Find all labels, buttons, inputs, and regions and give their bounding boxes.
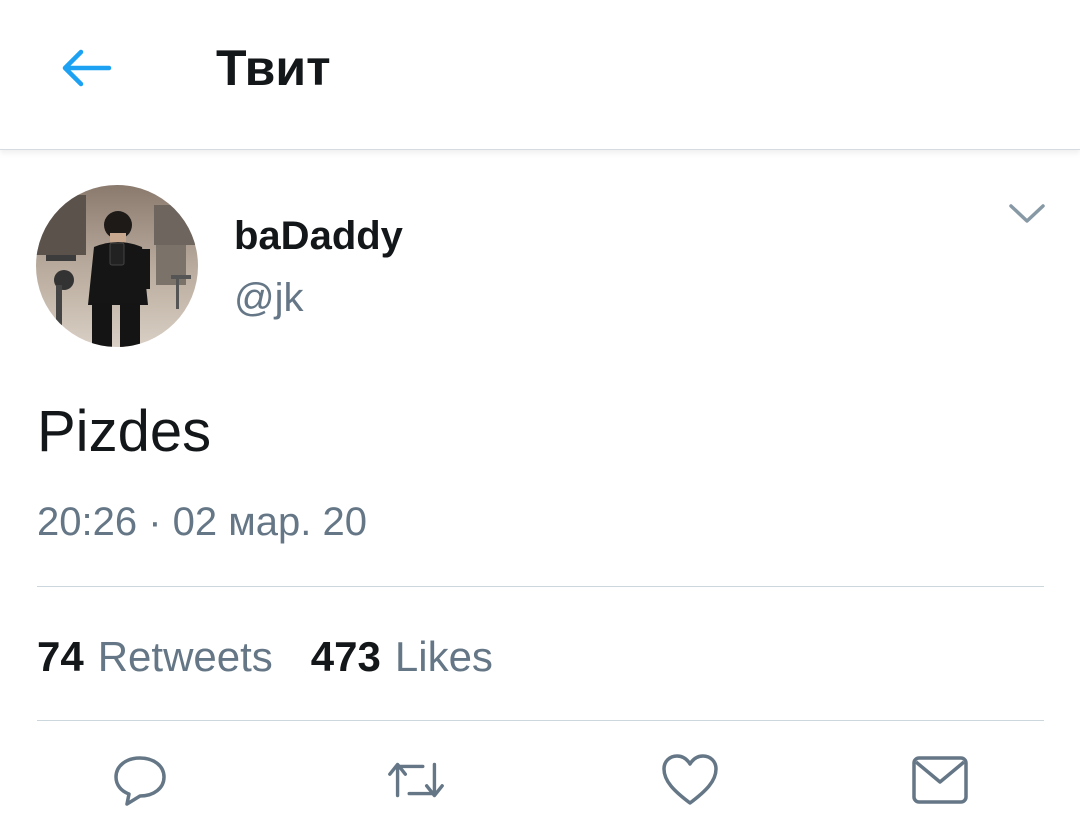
reply-button[interactable] xyxy=(108,748,172,812)
tweet-menu-button[interactable] xyxy=(1002,196,1052,232)
share-icon xyxy=(912,756,968,804)
tweet-timestamp: 20:26 · 02 мар. 20 xyxy=(37,500,367,544)
divider xyxy=(37,586,1044,587)
divider xyxy=(37,720,1044,721)
app-header: Твит xyxy=(0,0,1080,150)
likes-count: 473 xyxy=(310,633,381,680)
like-icon xyxy=(662,754,718,805)
share-button[interactable] xyxy=(908,748,972,812)
display-name[interactable]: baDaddy xyxy=(234,211,403,261)
arrow-left-icon xyxy=(62,49,112,87)
retweet-icon xyxy=(388,762,444,798)
page-title: Твит xyxy=(216,40,331,96)
user-handle[interactable]: @jk xyxy=(234,273,304,323)
retweets-label: Retweets xyxy=(97,633,273,680)
chevron-down-icon xyxy=(1009,204,1045,223)
like-button[interactable] xyxy=(658,748,722,812)
back-button[interactable] xyxy=(50,38,120,98)
tweet-stats: 74 Retweets 473 Likes xyxy=(37,630,493,684)
avatar-photo xyxy=(36,185,198,347)
retweet-button[interactable] xyxy=(384,748,448,812)
likes-label: Likes xyxy=(394,633,493,680)
avatar[interactable] xyxy=(36,185,198,347)
retweets-stat[interactable]: 74 Retweets xyxy=(37,630,273,684)
likes-stat[interactable]: 473 Likes xyxy=(311,630,493,684)
reply-icon xyxy=(114,756,166,806)
retweets-count: 74 xyxy=(37,633,84,680)
tweet-text: Pizdes xyxy=(37,399,212,464)
